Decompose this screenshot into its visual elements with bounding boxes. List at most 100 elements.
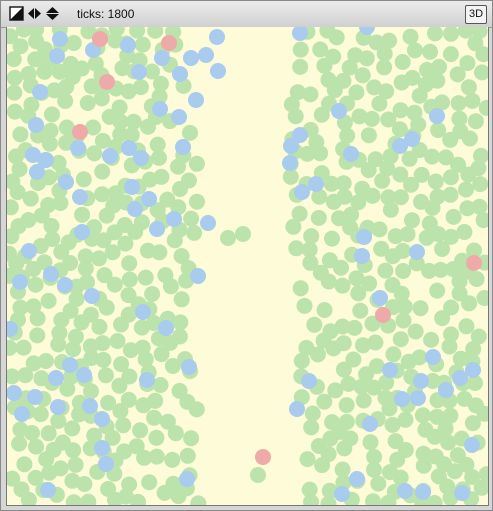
agent-green <box>456 224 473 240</box>
speed-arrows-icon[interactable] <box>27 6 42 21</box>
agent-green <box>292 41 309 58</box>
agent-blue <box>124 179 140 195</box>
patch-shape-icon[interactable] <box>9 6 24 21</box>
agent-blue <box>397 483 413 499</box>
agent-green <box>459 55 476 72</box>
agent-blue <box>354 248 370 264</box>
agent-green <box>144 286 161 302</box>
agent-green <box>335 175 352 192</box>
agent-blue <box>356 229 372 245</box>
agent-blue <box>131 64 147 80</box>
agent-green <box>474 64 488 81</box>
agent-green <box>65 35 82 51</box>
agent-green <box>470 328 487 345</box>
agent-green <box>167 425 184 442</box>
agent-green <box>10 218 27 235</box>
agent-blue <box>40 482 56 498</box>
agent-blue <box>98 456 114 472</box>
agent-green <box>79 95 96 111</box>
agent-green <box>29 327 46 344</box>
agent-green <box>24 425 40 441</box>
agent-green <box>452 350 469 367</box>
updown-arrows-icon[interactable] <box>45 6 60 21</box>
agent-blue <box>409 244 425 260</box>
agent-green <box>421 215 438 232</box>
agent-green <box>320 71 337 88</box>
agent-green <box>393 74 410 91</box>
agent-green <box>367 334 384 351</box>
world-canvas[interactable] <box>7 27 488 505</box>
agent-green <box>120 287 137 304</box>
agent-blue <box>141 191 157 207</box>
agent-blue <box>28 117 44 133</box>
agent-green <box>366 379 382 396</box>
agent-blue <box>70 140 86 156</box>
agent-green <box>28 33 45 50</box>
agent-green <box>149 136 166 153</box>
agent-blue <box>82 398 98 414</box>
agent-green <box>60 234 77 251</box>
agent-green <box>77 260 94 277</box>
agent-green <box>132 422 149 439</box>
agent-green <box>458 318 475 335</box>
agent-green <box>339 127 356 144</box>
agent-green <box>352 302 369 319</box>
agent-green <box>28 438 44 455</box>
agent-blue <box>394 391 410 407</box>
agent-green <box>111 377 128 394</box>
world-view[interactable] <box>6 27 489 506</box>
agent-green <box>441 338 458 355</box>
agent-green <box>335 335 352 352</box>
agent-green <box>11 435 28 452</box>
agent-green <box>417 76 434 93</box>
agent-green <box>394 242 411 259</box>
view-3d-button[interactable]: 3D <box>465 5 487 24</box>
agent-green <box>52 460 69 477</box>
agent-green <box>365 493 381 505</box>
agent-green <box>478 466 488 483</box>
agent-green <box>147 392 164 409</box>
agent-green <box>376 59 393 76</box>
agent-green <box>173 248 190 264</box>
agent-green <box>427 173 444 190</box>
agent-green <box>312 264 329 281</box>
agent-blue <box>27 389 43 405</box>
agent-blue <box>76 367 92 383</box>
agent-green <box>358 366 375 383</box>
agent-blue <box>172 66 188 82</box>
agent-blue <box>166 211 182 227</box>
agent-green <box>182 124 198 141</box>
agent-green <box>27 276 44 293</box>
agent-green <box>443 299 460 316</box>
agent-green <box>445 261 462 278</box>
agent-green <box>11 161 28 178</box>
agent-green <box>371 95 388 112</box>
agent-blue <box>154 50 170 66</box>
agent-green <box>42 122 59 139</box>
agent-green <box>12 38 29 55</box>
agent-blue <box>464 437 480 453</box>
agent-green <box>345 351 362 368</box>
agent-green <box>106 276 123 293</box>
agent-green <box>404 212 420 229</box>
agent-blue <box>210 63 226 79</box>
agent-blue <box>43 266 59 282</box>
agent-green <box>8 255 25 272</box>
agent-green <box>13 481 30 498</box>
agent-green <box>361 275 378 292</box>
agent-green <box>94 163 111 180</box>
agent-green <box>476 290 488 306</box>
agent-green <box>120 391 137 408</box>
agent-green <box>298 339 315 356</box>
agent-green <box>7 339 18 356</box>
agent-green <box>165 475 182 492</box>
agent-green <box>419 61 435 78</box>
agent-green <box>418 229 435 246</box>
agent-green <box>180 172 197 189</box>
agent-green <box>43 218 60 234</box>
agent-green <box>313 106 330 123</box>
agent-green <box>355 392 372 409</box>
agent-green <box>12 126 29 143</box>
agent-green <box>111 99 128 116</box>
agent-green <box>115 417 132 434</box>
